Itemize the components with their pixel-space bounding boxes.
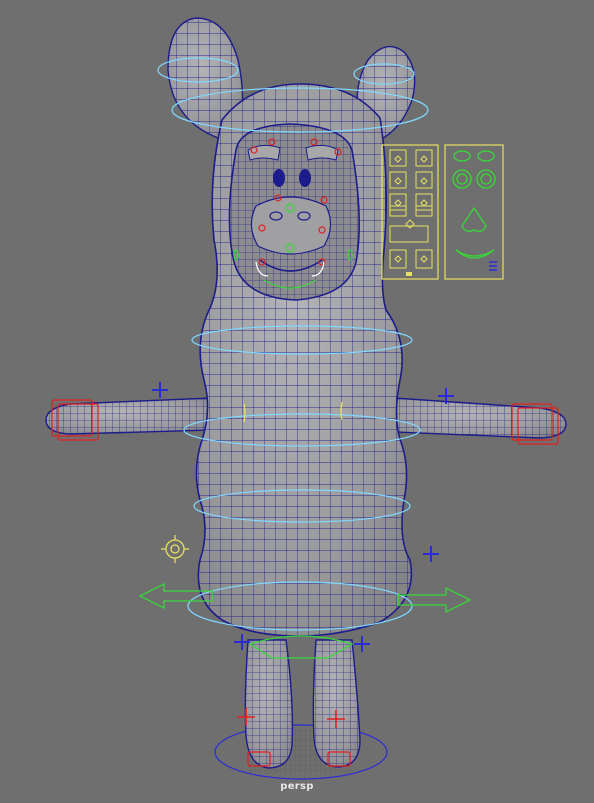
left-leg-mesh[interactable] <box>244 639 294 769</box>
right-eye[interactable] <box>299 169 311 187</box>
maya-perspective-viewport[interactable]: persp <box>0 0 594 803</box>
right-leg-mesh[interactable] <box>312 639 361 768</box>
face-shape-panel[interactable] <box>444 144 504 280</box>
face-control-panel[interactable] <box>381 144 439 280</box>
right-brow[interactable] <box>305 144 339 161</box>
face-mesh[interactable] <box>228 123 360 301</box>
camera-name-label: persp <box>280 781 314 792</box>
character-rig-scene[interactable] <box>0 0 594 803</box>
left-eye[interactable] <box>273 169 285 187</box>
gear-icon[interactable] <box>161 535 189 563</box>
